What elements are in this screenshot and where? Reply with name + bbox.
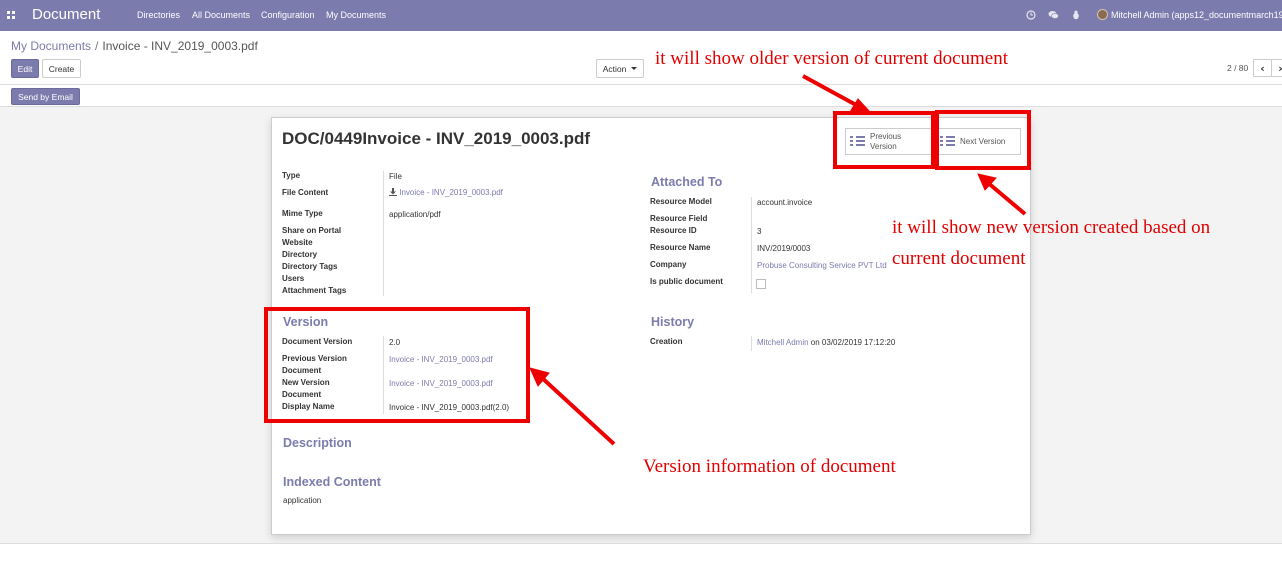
annotation-older-version: it will show older version of current do…: [655, 48, 1009, 69]
menu-all-documents[interactable]: All Documents: [192, 10, 250, 20]
is-public-checkbox[interactable]: [756, 279, 766, 289]
directory-label: Directory: [282, 250, 318, 259]
is-public-label: Is public document: [650, 277, 723, 286]
description-section-title: Description: [283, 436, 352, 450]
caret-down-icon: [631, 67, 638, 70]
resource-field-label: Resource Field: [650, 214, 708, 223]
version-section-highlight-box: [264, 307, 530, 423]
file-content-label: File Content: [282, 188, 329, 197]
users-label: Users: [282, 274, 305, 283]
website-label: Website: [282, 238, 313, 247]
company-link[interactable]: Probuse Consulting Service PVT Ltd: [757, 261, 887, 270]
top-navbar: Document Directories All Documents Confi…: [0, 0, 1282, 31]
creation-value: Mitchell Admin on 03/02/2019 17:12:20: [757, 338, 895, 347]
next-version-highlight-box: [935, 110, 1031, 170]
menu-directories[interactable]: Directories: [137, 10, 180, 20]
annotation-new-version-line2: current document: [892, 248, 1026, 269]
indexed-content-title: Indexed Content: [283, 475, 381, 489]
breadcrumb-parent[interactable]: My Documents: [11, 39, 91, 53]
indexed-content-value[interactable]: application: [283, 496, 321, 505]
attached-to-title: Attached To: [651, 175, 723, 189]
field-separator: [751, 197, 752, 293]
breadcrumb-separator: /: [95, 39, 99, 53]
edit-button[interactable]: Edit: [11, 59, 39, 78]
apps-menu-icon[interactable]: [7, 11, 15, 19]
previous-version-highlight-box: [833, 111, 935, 169]
menu-configuration[interactable]: Configuration: [261, 10, 315, 20]
resource-name-label: Resource Name: [650, 243, 711, 252]
app-brand: Document: [32, 6, 101, 23]
type-value[interactable]: File: [389, 172, 402, 181]
user-menu[interactable]: Mitchell Admin (apps12_documentmarch19): [1111, 10, 1282, 20]
file-content-link[interactable]: Invoice - INV_2019_0003.pdf: [389, 188, 503, 197]
resource-name-value[interactable]: INV/2019/0003: [757, 244, 810, 253]
download-icon: [389, 188, 397, 196]
type-label: Type: [282, 171, 301, 180]
send-by-email-button[interactable]: Send by Email: [11, 88, 80, 105]
directory-tags-label: Directory Tags: [282, 262, 338, 271]
history-section-title: History: [651, 315, 695, 329]
chat-icon[interactable]: [1048, 10, 1059, 20]
annotation-new-version-line1: it will show new version created based o…: [892, 217, 1211, 238]
pager-value[interactable]: 2 / 80: [1227, 63, 1248, 73]
field-separator: [751, 336, 752, 351]
resource-id-value[interactable]: 3: [757, 227, 761, 236]
creation-date: on 03/02/2019 17:12:20: [808, 338, 896, 347]
control-panel: My Documents / Invoice - INV_2019_0003.pdf…: [0, 31, 1282, 85]
resource-model-label: Resource Model: [650, 197, 712, 206]
company-label: Company: [650, 260, 687, 269]
create-button[interactable]: Create: [42, 59, 81, 78]
resource-model-value[interactable]: account.invoice: [757, 198, 812, 207]
action-dropdown[interactable]: Action: [596, 59, 644, 78]
footer-area: [0, 544, 1282, 573]
clock-icon[interactable]: [1026, 10, 1036, 20]
user-avatar[interactable]: [1097, 9, 1108, 20]
file-content-value: Invoice - INV_2019_0003.pdf: [399, 188, 503, 197]
document-title: DOC/0449Invoice - INV_2019_0003.pdf: [282, 129, 591, 148]
attachment-tags-label: Attachment Tags: [282, 286, 347, 295]
action-label: Action: [602, 63, 627, 74]
statusbar: Send by Email: [0, 85, 1282, 107]
mime-type-value[interactable]: application/pdf: [389, 210, 441, 219]
resource-id-label: Resource ID: [650, 226, 697, 235]
mime-type-label: Mime Type: [282, 209, 323, 218]
annotation-version-info: Version information of document: [643, 456, 896, 477]
breadcrumb: My Documents / Invoice - INV_2019_0003.pdf: [11, 39, 258, 53]
bug-icon[interactable]: [1071, 10, 1081, 20]
pager-previous-button[interactable]: ‹: [1253, 59, 1272, 77]
share-on-portal-label: Share on Portal: [282, 226, 342, 235]
creation-user-link[interactable]: Mitchell Admin: [757, 338, 809, 347]
field-separator: [383, 171, 384, 296]
menu-my-documents[interactable]: My Documents: [326, 10, 386, 20]
pager-next-button[interactable]: ›: [1271, 59, 1282, 77]
creation-label: Creation: [650, 337, 683, 346]
breadcrumb-current: Invoice - INV_2019_0003.pdf: [102, 39, 258, 53]
